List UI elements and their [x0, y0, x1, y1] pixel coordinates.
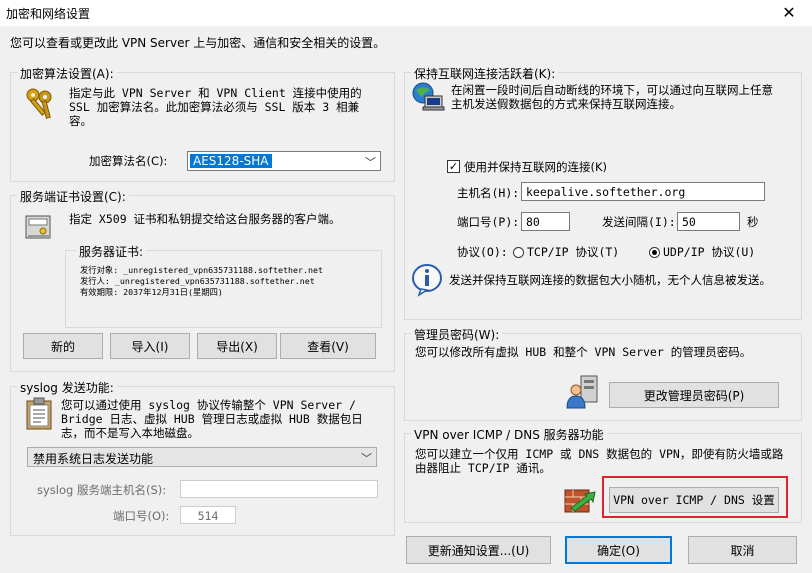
ok-button[interactable]: 确定(O)	[565, 536, 672, 564]
update-notification-button[interactable]: 更新通知设置...(U)	[406, 536, 551, 564]
keepalive-text: 在闲置一段时间后自动断线的环境下，可以通过向互联网上任意主机发送假数据包的方式来…	[451, 83, 773, 111]
syslog-text: 您可以通过使用 syslog 协议传输整个 VPN Server / Bridg…	[61, 398, 363, 440]
syslog-host-label: syslog 服务端主机名(S):	[37, 483, 167, 497]
cert-subject: 发行对象: _unregistered_vpn635731188.softeth…	[80, 265, 323, 275]
cert-issuer: 发行人: _unregistered_vpn635731188.softethe…	[80, 276, 315, 286]
window-title: 加密和网络设置	[6, 7, 91, 21]
keepalive-interval-input[interactable]: 50	[677, 212, 740, 231]
algo-label: 加密算法名(C):	[89, 154, 168, 168]
server-cert-text: 指定 X509 证书和私钥提交给这台服务器的客户端。	[69, 212, 341, 226]
vpn-over-icmp-button[interactable]: VPN over ICMP / DNS 设置	[609, 487, 779, 513]
keepalive-group: 保持互联网连接活跃着(K): 在闲置一段时间后自动断线的环境下，可以通过向互联网…	[404, 65, 802, 320]
certificate-server-icon	[25, 215, 51, 239]
keepalive-checkbox[interactable]: ✓	[447, 160, 460, 173]
server-cert-group: 服务端证书设置(C): 指定 X509 证书和私钥提交给这台服务器的客户端。 服…	[10, 188, 395, 372]
keepalive-enable-label[interactable]: 使用并保持互联网的连接(K)	[464, 160, 607, 174]
syslog-mode-select[interactable]: 禁用系统日志发送功能 ﹀	[27, 447, 377, 467]
admin-user-icon	[566, 375, 598, 409]
syslog-port-input[interactable]: 514	[180, 506, 236, 524]
algo-select[interactable]: AES128-SHA ﹀	[187, 151, 381, 171]
firewall-icon	[564, 489, 596, 513]
syslog-group: syslog 发送功能: 您可以通过使用 syslog 协议传输整个 VPN S…	[10, 379, 395, 536]
udp-radio-label[interactable]: UDP/IP 协议(U)	[663, 245, 755, 259]
udp-radio[interactable]	[649, 247, 660, 258]
vpn-over-icmp-group: VPN over ICMP / DNS 服务器功能 您可以建立一个仅用 ICMP…	[404, 426, 802, 523]
cert-legend: 服务器证书:	[76, 243, 147, 260]
keepalive-protocol-label: 协议(O):	[457, 245, 508, 259]
close-icon[interactable]: ✕	[766, 0, 812, 26]
keepalive-port-label: 端口号(P):	[457, 215, 520, 229]
vpn-over-icmp-legend: VPN over ICMP / DNS 服务器功能	[411, 426, 607, 443]
clipboard-icon	[26, 397, 52, 430]
chevron-down-icon: ﹀	[361, 452, 372, 465]
keepalive-interval-label: 发送间隔(I):	[602, 215, 676, 229]
cert-expiry: 有效期限: 2037年12月31日(星期四)	[80, 287, 223, 297]
server-cert-legend: 服务端证书设置(C):	[17, 188, 129, 205]
keys-icon	[26, 88, 52, 119]
admin-password-legend: 管理员密码(W):	[411, 326, 503, 343]
encryption-text: 指定与此 VPN Server 和 VPN Client 连接中使用的 SSL …	[69, 86, 362, 128]
keepalive-port-input[interactable]: 80	[521, 212, 570, 231]
tcp-radio[interactable]	[513, 247, 524, 258]
vpn-over-icmp-text: 您可以建立一个仅用 ICMP 或 DNS 数据包的 VPN，即使有防火墙或路由器…	[415, 447, 784, 475]
keepalive-interval-unit: 秒	[747, 215, 759, 229]
admin-password-text: 您可以修改所有虚拟 HUB 和整个 VPN Server 的管理员密码。	[415, 345, 752, 359]
syslog-mode-value: 禁用系统日志发送功能	[33, 452, 154, 466]
chevron-down-icon: ﹀	[365, 156, 376, 169]
cert-box: 服务器证书: 发行对象: _unregistered_vpn635731188.…	[65, 243, 382, 328]
info-icon	[412, 264, 442, 297]
network-computer-icon	[412, 82, 445, 111]
import-button[interactable]: 导入(I)	[110, 333, 190, 359]
syslog-legend: syslog 发送功能:	[17, 379, 117, 396]
cancel-button[interactable]: 取消	[688, 536, 797, 564]
encryption-group: 加密算法设置(A): 指定与此 VPN Server 和 VPN Client …	[10, 65, 395, 182]
keepalive-host-label: 主机名(H):	[457, 186, 520, 200]
new-cert-button[interactable]: 新的	[23, 333, 103, 359]
encryption-legend: 加密算法设置(A):	[17, 65, 117, 82]
keepalive-info-text: 发送并保持互联网连接的数据包大小随机，无个人信息被发送。	[449, 273, 771, 287]
title-bar: 加密和网络设置 ✕	[0, 0, 812, 26]
admin-password-group: 管理员密码(W): 您可以修改所有虚拟 HUB 和整个 VPN Server 的…	[404, 326, 802, 421]
tcp-radio-label[interactable]: TCP/IP 协议(T)	[527, 245, 619, 259]
dialog-description: 您可以查看或更改此 VPN Server 上与加密、通信和安全相关的设置。	[10, 36, 386, 50]
change-admin-password-button[interactable]: 更改管理员密码(P)	[609, 382, 779, 408]
syslog-host-input[interactable]	[180, 480, 378, 498]
syslog-port-label: 端口号(O):	[113, 509, 170, 523]
algo-value: AES128-SHA	[190, 154, 272, 168]
export-button[interactable]: 导出(X)	[197, 333, 277, 359]
view-button[interactable]: 查看(V)	[280, 333, 376, 359]
cert-lines: 发行对象: _unregistered_vpn635731188.softeth…	[80, 265, 323, 298]
keepalive-host-input[interactable]: keepalive.softether.org	[521, 182, 765, 201]
keepalive-legend: 保持互联网连接活跃着(K):	[411, 65, 559, 82]
